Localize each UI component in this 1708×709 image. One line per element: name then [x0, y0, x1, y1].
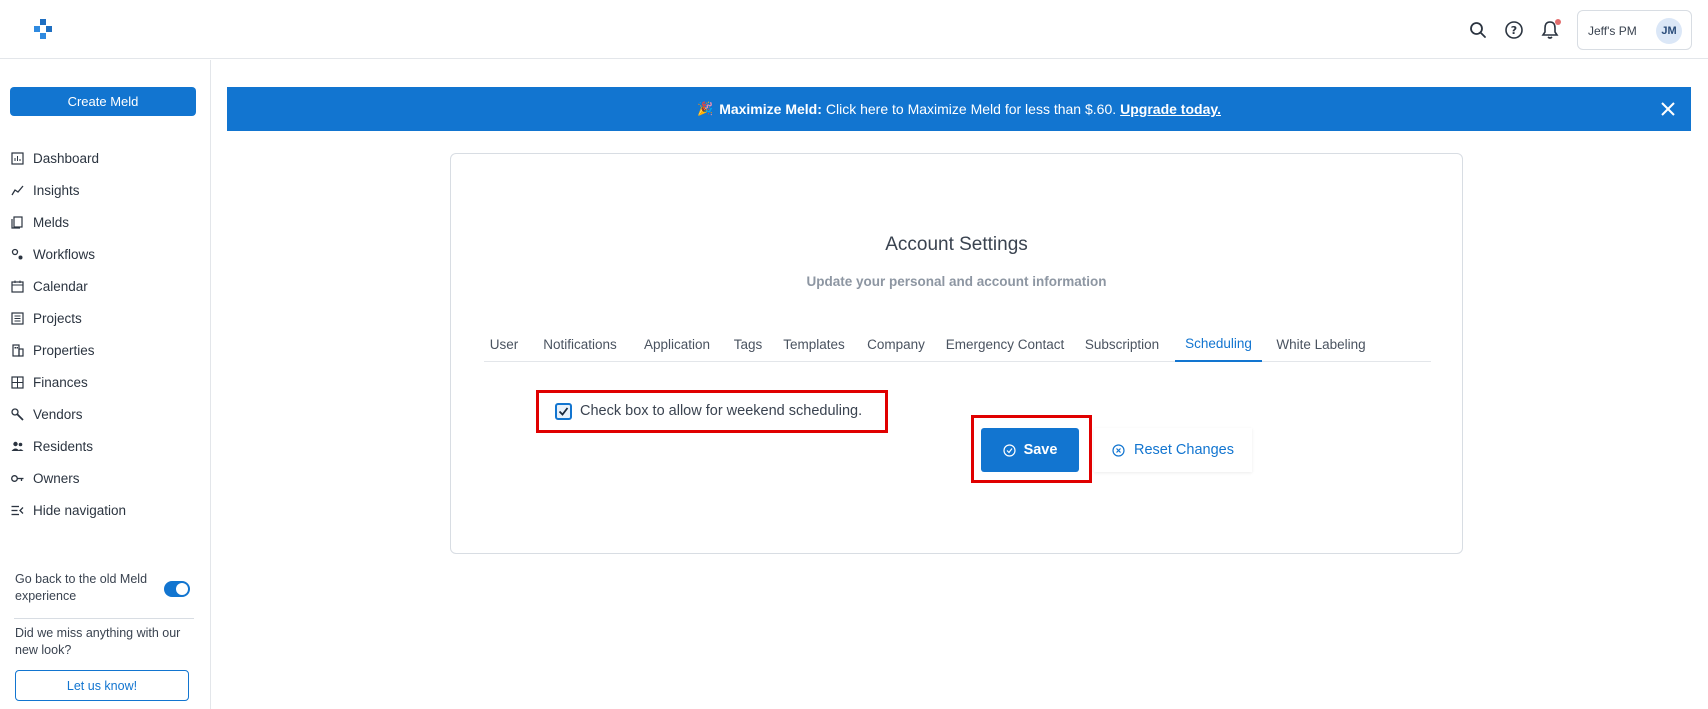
calendar-icon: [11, 280, 24, 293]
avatar: JM: [1656, 18, 1682, 44]
sidebar-item-finances[interactable]: Finances: [0, 366, 211, 398]
svg-text:?: ?: [1511, 24, 1517, 37]
sidebar-item-label: Calendar: [33, 278, 88, 294]
projects-icon: [11, 311, 24, 325]
tab-application[interactable]: Application: [636, 326, 718, 362]
sidebar-item-calendar[interactable]: Calendar: [0, 270, 211, 302]
sidebar-item-dashboard[interactable]: Dashboard: [0, 142, 211, 174]
sidebar-item-projects[interactable]: Projects: [0, 302, 211, 334]
page-title: Account Settings: [885, 234, 1028, 255]
dashboard-icon: [11, 151, 24, 165]
residents-icon: [11, 441, 24, 451]
notification-dot: [1555, 19, 1561, 25]
sidebar-item-vendors[interactable]: Vendors: [0, 398, 211, 430]
sidebar-item-label: Vendors: [33, 406, 83, 422]
tab-templates[interactable]: Templates: [776, 326, 852, 362]
search-icon[interactable]: [1466, 18, 1490, 42]
sidebar-item-label: Workflows: [33, 246, 96, 262]
tab-subscription[interactable]: Subscription: [1078, 326, 1166, 362]
sidebar-item-label: Residents: [33, 438, 94, 454]
sidebar: Create Meld Dashboard Insights Melds Wor…: [0, 60, 211, 709]
melds-icon: [11, 215, 23, 229]
sidebar-item-hide-navigation[interactable]: Hide navigation: [0, 494, 211, 526]
sidebar-item-label: Properties: [33, 342, 95, 358]
feedback-question: Did we miss anything with our new look?: [15, 626, 181, 657]
sidebar-item-insights[interactable]: Insights: [0, 174, 211, 206]
help-icon[interactable]: ?: [1502, 18, 1526, 42]
sidebar-item-label: Dashboard: [33, 150, 100, 166]
tab-notifications[interactable]: Notifications: [534, 326, 626, 362]
tab-emergency-contact[interactable]: Emergency Contact: [940, 326, 1070, 362]
tab-user[interactable]: User: [484, 326, 524, 362]
sidebar-item-residents[interactable]: Residents: [0, 430, 211, 462]
tabs-row: User Notifications Application Tags Temp…: [484, 326, 1431, 362]
user-menu[interactable]: Jeff's PM JM: [1577, 10, 1692, 50]
sidebar-divider: [14, 618, 194, 619]
old-experience-toggle[interactable]: [164, 581, 190, 597]
sidebar-nav: Dashboard Insights Melds Workflows Calen…: [0, 142, 211, 526]
save-highlight-box: [971, 415, 1092, 483]
sidebar-item-workflows[interactable]: Workflows: [0, 238, 211, 270]
create-meld-button[interactable]: Create Meld: [10, 87, 196, 116]
banner-bold-text: Maximize Meld:: [719, 101, 822, 117]
upgrade-banner[interactable]: 🎉 Maximize Meld: Click here to Maximize …: [227, 87, 1691, 131]
sidebar-item-label: Owners: [33, 470, 80, 486]
tab-company[interactable]: Company: [861, 326, 931, 362]
checkbox-highlight-box: [536, 390, 888, 433]
sidebar-item-label: Finances: [33, 374, 88, 390]
owners-icon: [11, 474, 24, 482]
banner-text: Click here to Maximize Meld for less tha…: [825, 101, 1117, 117]
reset-changes-button[interactable]: Reset Changes: [1094, 428, 1252, 472]
sidebar-item-label: Hide navigation: [33, 502, 127, 518]
meld-logo-icon[interactable]: [32, 19, 54, 41]
tab-white-labeling[interactable]: White Labeling: [1270, 326, 1372, 362]
reset-label: Reset Changes: [1134, 442, 1234, 458]
let-us-know-button[interactable]: Let us know!: [15, 670, 189, 701]
top-bar: ? Jeff's PM JM: [0, 0, 1708, 59]
account-settings-card: Account Settings Update your personal an…: [450, 153, 1463, 554]
sidebar-item-owners[interactable]: Owners: [0, 462, 211, 494]
upgrade-link[interactable]: Upgrade today.: [1120, 101, 1221, 117]
sidebar-item-label: Insights: [33, 182, 80, 198]
sidebar-item-melds[interactable]: Melds: [0, 206, 211, 238]
sidebar-item-properties[interactable]: Properties: [0, 334, 211, 366]
old-experience-label: Go back to the old Meld experience: [15, 572, 148, 603]
properties-icon: [12, 343, 24, 357]
close-icon[interactable]: [1659, 100, 1677, 118]
vendors-icon: [11, 407, 24, 421]
sidebar-item-label: Melds: [33, 214, 70, 230]
x-circle-icon: [1112, 443, 1125, 457]
bell-icon[interactable]: [1538, 18, 1562, 42]
user-name: Jeff's PM: [1588, 24, 1637, 38]
finances-icon: [11, 375, 24, 389]
tab-scheduling[interactable]: Scheduling: [1175, 326, 1262, 362]
insights-icon: [11, 185, 24, 195]
workflows-icon: [11, 248, 23, 259]
party-popper-icon: 🎉: [697, 101, 714, 116]
hide-nav-icon: [11, 505, 24, 515]
page-subtitle: Update your personal and account informa…: [806, 274, 1107, 289]
tab-tags[interactable]: Tags: [728, 326, 768, 362]
sidebar-item-label: Projects: [33, 310, 82, 326]
